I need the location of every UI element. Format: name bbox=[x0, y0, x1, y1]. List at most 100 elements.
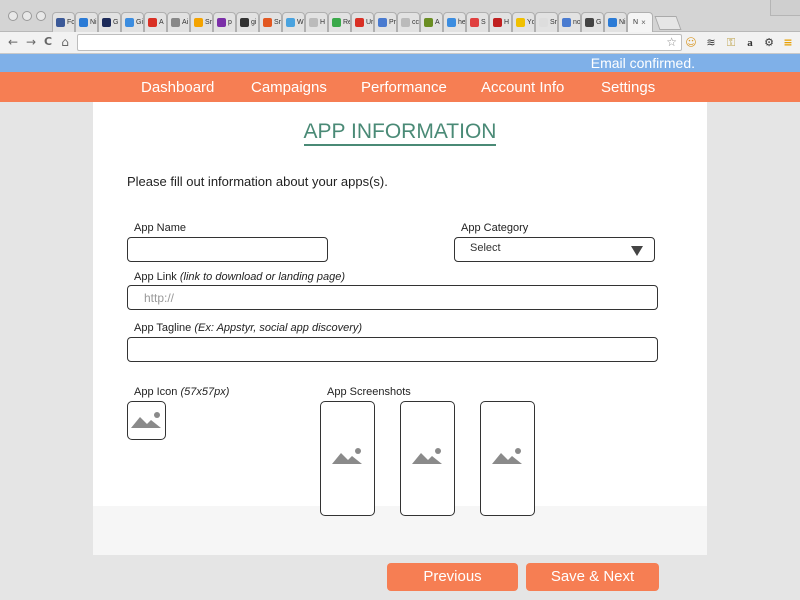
app-category-label: App Category bbox=[461, 222, 529, 234]
tab-favicon-icon bbox=[470, 18, 479, 27]
tab-title: Re bbox=[343, 19, 350, 26]
app-tagline-input[interactable] bbox=[127, 337, 658, 362]
tab-favicon-icon bbox=[447, 18, 456, 27]
app-tagline-label: App Tagline (Ex: Appstyr, social app dis… bbox=[134, 322, 362, 334]
window-zoom-dot[interactable] bbox=[36, 11, 46, 21]
browser-tab[interactable]: Sr bbox=[535, 12, 558, 32]
tab-favicon-icon bbox=[608, 18, 617, 27]
nav-item-performance[interactable]: Performance bbox=[361, 79, 447, 96]
browser-tab[interactable]: cc bbox=[397, 12, 420, 32]
tab-title: Sr bbox=[274, 19, 281, 26]
tab-title: Yc bbox=[527, 19, 535, 26]
browser-tab[interactable]: Gi bbox=[121, 12, 144, 32]
browser-tab[interactable]: Ur bbox=[351, 12, 374, 32]
browser-tab[interactable]: Ai bbox=[167, 12, 190, 32]
browser-menu-icon[interactable]: ≡ bbox=[781, 36, 795, 50]
browser-tab[interactable]: no bbox=[558, 12, 581, 32]
browser-tab[interactable]: he bbox=[443, 12, 466, 32]
intro-text: Please fill out information about your a… bbox=[127, 174, 388, 189]
previous-button[interactable]: Previous bbox=[387, 563, 518, 591]
app-icon-upload[interactable] bbox=[127, 401, 166, 440]
nav-item-account-info[interactable]: Account Info bbox=[481, 79, 564, 96]
tab-title: Gi bbox=[136, 19, 143, 26]
browser-tab[interactable]: W bbox=[282, 12, 305, 32]
back-icon[interactable]: ← bbox=[6, 35, 20, 49]
save-next-button[interactable]: Save & Next bbox=[526, 563, 659, 591]
browser-tab[interactable]: Sr bbox=[190, 12, 213, 32]
browser-tab[interactable]: G bbox=[581, 12, 604, 32]
app-name-input[interactable] bbox=[127, 237, 328, 262]
tab-title: G bbox=[596, 19, 602, 26]
tab-favicon-icon bbox=[171, 18, 180, 27]
app-screenshots-label: App Screenshots bbox=[327, 386, 411, 398]
browser-tab[interactable]: A bbox=[144, 12, 167, 32]
notice-text: Email confirmed. bbox=[590, 55, 695, 71]
app-tagline-label-text: App Tagline bbox=[134, 322, 192, 334]
browser-tab[interactable]: Ni bbox=[604, 12, 627, 32]
home-icon[interactable]: ⌂ bbox=[58, 35, 72, 49]
window-close-dot[interactable] bbox=[8, 11, 18, 21]
reload-icon[interactable]: C bbox=[41, 35, 55, 48]
tab-favicon-icon bbox=[424, 18, 433, 27]
tab-title: Ur bbox=[366, 19, 374, 26]
app-link-hint: (link to download or landing page) bbox=[179, 271, 345, 283]
extension-layers-icon[interactable]: ≋ bbox=[704, 36, 718, 50]
screenshot-upload-3[interactable] bbox=[480, 401, 535, 516]
bookmark-star-icon[interactable]: ☆ bbox=[666, 35, 677, 49]
tab-title: A bbox=[435, 19, 440, 26]
tab-close-icon[interactable]: × bbox=[641, 18, 646, 27]
browser-tab[interactable]: Yc bbox=[512, 12, 535, 32]
page-title: APP INFORMATION bbox=[303, 120, 497, 146]
tab-title: gi bbox=[251, 19, 257, 26]
tab-favicon-icon bbox=[263, 18, 272, 27]
app-name-label: App Name bbox=[134, 222, 186, 234]
tab-favicon-icon bbox=[401, 18, 410, 27]
address-bar[interactable]: ☆ bbox=[77, 34, 682, 51]
tab-title: A bbox=[159, 19, 164, 26]
tab-title: Fc bbox=[67, 19, 75, 26]
browser-tab-bar: Fc Ni G Gi A Ai Sr p gi Sr W H Re Ur Pr cc Ahe S H Yc Sr no G N… bbox=[0, 0, 800, 32]
browser-tab[interactable]: H bbox=[489, 12, 512, 32]
browser-tab[interactable]: H bbox=[305, 12, 328, 32]
nav-item-campaigns[interactable]: Campaigns bbox=[251, 79, 327, 96]
browser-tabs: Fc Ni G Gi A Ai Sr p gi Sr W H Re Ur Pr cc Ahe S H Yc Sr no G N… bbox=[52, 12, 682, 32]
app-icon-label: App Icon (57x57px) bbox=[134, 386, 229, 398]
tab-favicon-icon bbox=[217, 18, 226, 27]
forward-icon[interactable]: → bbox=[24, 35, 38, 49]
nav-item-settings[interactable]: Settings bbox=[601, 79, 655, 96]
browser-tab[interactable]: p bbox=[213, 12, 236, 32]
extension-amazon-icon[interactable]: a bbox=[743, 36, 757, 50]
browser-tab[interactable]: Re bbox=[328, 12, 351, 32]
tab-favicon-icon bbox=[56, 18, 65, 27]
tab-title: H bbox=[504, 19, 510, 26]
tab-favicon-icon bbox=[148, 18, 157, 27]
browser-tab-active[interactable]: N × bbox=[627, 12, 653, 32]
tab-title: Sr bbox=[205, 19, 212, 26]
app-link-input[interactable] bbox=[127, 285, 658, 310]
browser-tab[interactable]: S bbox=[466, 12, 489, 32]
browser-tab[interactable]: G bbox=[98, 12, 121, 32]
tab-title: p bbox=[228, 19, 232, 26]
browser-tab[interactable]: Ni bbox=[75, 12, 98, 32]
screenshot-upload-1[interactable] bbox=[320, 401, 375, 516]
browser-tab[interactable]: gi bbox=[236, 12, 259, 32]
browser-tab[interactable]: Pr bbox=[374, 12, 397, 32]
extension-key-icon[interactable]: ⚿ bbox=[724, 36, 738, 50]
main-nav: Dashboard Campaigns Performance Account … bbox=[0, 72, 800, 102]
app-icon-hint: (57x57px) bbox=[180, 386, 230, 398]
app-category-value: Select bbox=[470, 242, 501, 254]
browser-tab[interactable]: A bbox=[420, 12, 443, 32]
new-tab-button[interactable] bbox=[654, 16, 682, 30]
nav-item-dashboard[interactable]: Dashboard bbox=[141, 79, 214, 96]
window-minimize-dot[interactable] bbox=[22, 11, 32, 21]
app-category-select[interactable]: Select bbox=[454, 237, 655, 262]
browser-tab[interactable]: Sr bbox=[259, 12, 282, 32]
window-fullscreen-button[interactable] bbox=[770, 0, 800, 16]
app-tagline-hint: (Ex: Appstyr, social app discovery) bbox=[194, 322, 363, 334]
dropdown-arrow-icon bbox=[631, 246, 643, 256]
extension-gear-icon[interactable]: ⚙ bbox=[762, 36, 776, 50]
tab-favicon-icon bbox=[102, 18, 111, 27]
screenshot-upload-2[interactable] bbox=[400, 401, 455, 516]
browser-tab[interactable]: Fc bbox=[52, 12, 75, 32]
extension-smiley-icon[interactable]: ☺ bbox=[684, 36, 698, 50]
